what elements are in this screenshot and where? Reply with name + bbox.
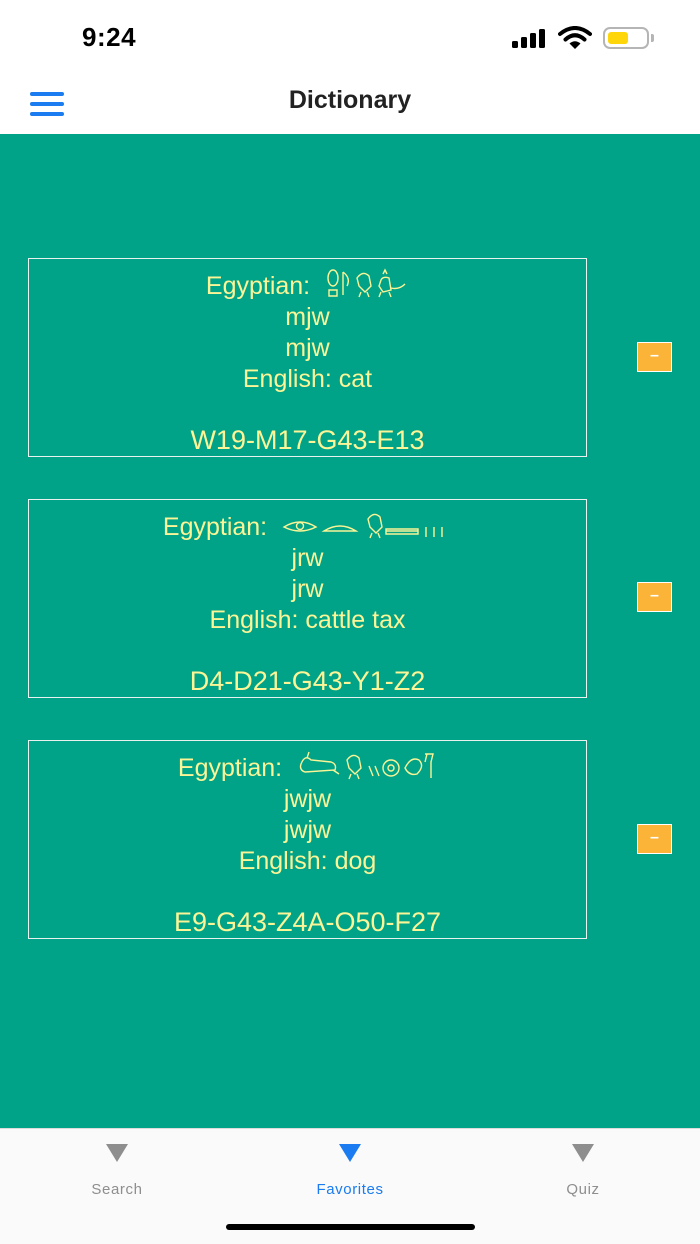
transliteration: jwjw	[283, 816, 332, 844]
home-indicator[interactable]	[226, 1224, 475, 1230]
transliteration: mjw	[285, 303, 330, 331]
tab-favorites[interactable]: Favorites	[280, 1143, 420, 1198]
triangle-down-icon	[106, 1144, 128, 1162]
tab-search[interactable]: Search	[47, 1143, 187, 1198]
tab-quiz[interactable]: Quiz	[513, 1143, 653, 1198]
english-translation: English: cattle tax	[209, 606, 406, 634]
transliteration: mjw	[285, 334, 330, 362]
tab-label: Favorites	[316, 1181, 384, 1198]
favorites-list: Egyptian: mjw mjw English: cat W19-M17-G…	[0, 134, 700, 1128]
favorite-card: Egyptian: jwjw jwjw English: dog E9-G43-…	[28, 740, 587, 939]
hieroglyph-icon	[299, 751, 434, 780]
gardiner-code: E9-G43-Z4A-O50-F27	[173, 907, 442, 937]
english-translation: English: dog	[238, 847, 377, 875]
triangle-down-icon	[339, 1144, 361, 1162]
navigation-bar: Dictionary	[0, 72, 700, 134]
hieroglyph-icon	[327, 268, 406, 298]
egyptian-row: Egyptian:	[29, 268, 586, 302]
gardiner-code: W19-M17-G43-E13	[190, 425, 425, 455]
remove-favorite-button[interactable]: –	[637, 342, 672, 372]
tab-label: Quiz	[566, 1181, 600, 1198]
transliteration: jrw	[291, 575, 324, 603]
favorite-card: Egyptian: mjw mjw English: cat W19-M17-G…	[28, 258, 587, 457]
english-translation: English: cat	[242, 365, 373, 393]
favorite-card: Egyptian: jrw jrw English: cattle tax D4…	[28, 499, 587, 698]
egyptian-label: Egyptian:	[205, 272, 311, 300]
battery-cap	[651, 34, 654, 42]
egyptian-row: Egyptian:	[29, 750, 586, 784]
hamburger-menu-icon[interactable]	[30, 92, 64, 116]
cellular-signal-icon	[512, 28, 548, 48]
transliteration: jwjw	[283, 785, 332, 813]
status-bar: 9:24	[0, 0, 700, 72]
egyptian-label: Egyptian:	[162, 513, 268, 541]
transliteration: jrw	[291, 544, 324, 572]
battery-icon	[603, 27, 649, 49]
remove-favorite-button[interactable]: –	[637, 824, 672, 854]
page-title: Dictionary	[288, 86, 412, 114]
hieroglyph-icon	[282, 513, 443, 539]
egyptian-label: Egyptian:	[177, 754, 283, 782]
wifi-icon	[558, 26, 592, 49]
tab-label: Search	[91, 1181, 143, 1198]
triangle-down-icon	[572, 1144, 594, 1162]
status-time: 9:24	[82, 22, 137, 52]
gardiner-code: D4-D21-G43-Y1-Z2	[189, 666, 426, 696]
remove-favorite-button[interactable]: –	[637, 582, 672, 612]
egyptian-row: Egyptian:	[29, 509, 586, 543]
